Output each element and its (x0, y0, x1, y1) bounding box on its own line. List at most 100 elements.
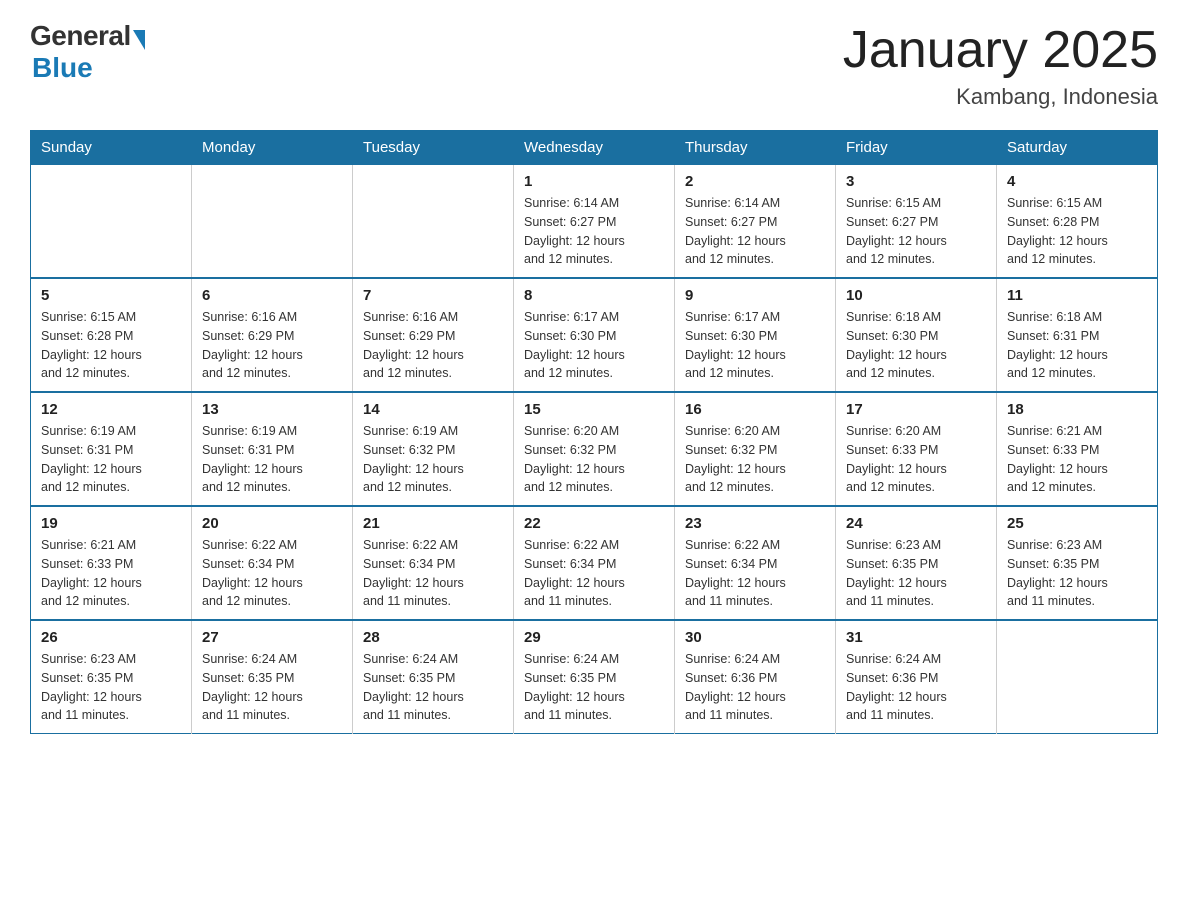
calendar-cell: 24 Sunrise: 6:23 AM Sunset: 6:35 PM Dayli… (836, 506, 997, 620)
calendar-cell (31, 165, 192, 279)
calendar-cell: 22 Sunrise: 6:22 AM Sunset: 6:34 PM Dayli… (514, 506, 675, 620)
day-number: 17 (846, 401, 986, 418)
calendar-cell: 6 Sunrise: 6:16 AM Sunset: 6:29 PM Daylig… (192, 278, 353, 392)
weekday-header-row: SundayMondayTuesdayWednesdayThursdayFrid… (31, 131, 1158, 165)
calendar-cell (353, 165, 514, 279)
calendar-cell: 18Sunrise: 6:21 AM Sunset: 6:33 PM Dayli… (997, 392, 1158, 506)
day-number: 30 (685, 629, 825, 646)
calendar-cell: 7 Sunrise: 6:16 AM Sunset: 6:29 PM Daylig… (353, 278, 514, 392)
day-number: 14 (363, 401, 503, 418)
weekday-header-thursday: Thursday (675, 131, 836, 165)
day-number: 5 (41, 287, 181, 304)
day-info: Sunrise: 6:24 AM Sunset: 6:36 PM Dayligh… (846, 650, 986, 725)
day-number: 15 (524, 401, 664, 418)
calendar-cell: 13 Sunrise: 6:19 AM Sunset: 6:31 PM Dayli… (192, 392, 353, 506)
day-number: 25 (1007, 515, 1147, 532)
day-number: 7 (363, 287, 503, 304)
day-number: 10 (846, 287, 986, 304)
day-number: 21 (363, 515, 503, 532)
day-info: Sunrise: 6:20 AM Sunset: 6:32 PM Dayligh… (685, 422, 825, 497)
day-info: Sunrise: 6:20 AM Sunset: 6:32 PM Dayligh… (524, 422, 664, 497)
calendar-cell: 25 Sunrise: 6:23 AM Sunset: 6:35 PM Dayli… (997, 506, 1158, 620)
day-info: Sunrise: 6:16 AM Sunset: 6:29 PM Dayligh… (202, 308, 342, 383)
calendar-cell (997, 620, 1158, 734)
calendar-location: Kambang, Indonesia (843, 84, 1158, 110)
calendar-cell: 10 Sunrise: 6:18 AM Sunset: 6:30 PM Dayli… (836, 278, 997, 392)
weekday-header-saturday: Saturday (997, 131, 1158, 165)
calendar-cell: 2 Sunrise: 6:14 AM Sunset: 6:27 PM Daylig… (675, 165, 836, 279)
day-info: Sunrise: 6:19 AM Sunset: 6:31 PM Dayligh… (41, 422, 181, 497)
weekday-header-wednesday: Wednesday (514, 131, 675, 165)
calendar-cell: 20Sunrise: 6:22 AM Sunset: 6:34 PM Dayli… (192, 506, 353, 620)
day-number: 27 (202, 629, 342, 646)
day-info: Sunrise: 6:23 AM Sunset: 6:35 PM Dayligh… (846, 536, 986, 611)
day-number: 1 (524, 173, 664, 190)
day-info: Sunrise: 6:19 AM Sunset: 6:31 PM Dayligh… (202, 422, 342, 497)
calendar-cell: 5Sunrise: 6:15 AM Sunset: 6:28 PM Daylig… (31, 278, 192, 392)
day-number: 23 (685, 515, 825, 532)
calendar-week-row: 19 Sunrise: 6:21 AM Sunset: 6:33 PM Dayli… (31, 506, 1158, 620)
day-info: Sunrise: 6:24 AM Sunset: 6:35 PM Dayligh… (363, 650, 503, 725)
calendar-title: January 2025 (843, 20, 1158, 80)
calendar-week-row: 12 Sunrise: 6:19 AM Sunset: 6:31 PM Dayli… (31, 392, 1158, 506)
day-info: Sunrise: 6:21 AM Sunset: 6:33 PM Dayligh… (1007, 422, 1147, 497)
calendar-cell: 27 Sunrise: 6:24 AM Sunset: 6:35 PM Dayli… (192, 620, 353, 734)
day-info: Sunrise: 6:14 AM Sunset: 6:27 PM Dayligh… (685, 194, 825, 269)
day-info: Sunrise: 6:19 AM Sunset: 6:32 PM Dayligh… (363, 422, 503, 497)
calendar-week-row: 5Sunrise: 6:15 AM Sunset: 6:28 PM Daylig… (31, 278, 1158, 392)
calendar-cell: 9 Sunrise: 6:17 AM Sunset: 6:30 PM Daylig… (675, 278, 836, 392)
day-number: 31 (846, 629, 986, 646)
day-info: Sunrise: 6:23 AM Sunset: 6:35 PM Dayligh… (1007, 536, 1147, 611)
day-number: 4 (1007, 173, 1147, 190)
calendar-cell: 12 Sunrise: 6:19 AM Sunset: 6:31 PM Dayli… (31, 392, 192, 506)
weekday-header-tuesday: Tuesday (353, 131, 514, 165)
calendar-week-row: 1 Sunrise: 6:14 AM Sunset: 6:27 PM Daylig… (31, 165, 1158, 279)
page-header: General Blue January 2025 Kambang, Indon… (30, 20, 1158, 110)
day-number: 2 (685, 173, 825, 190)
day-info: Sunrise: 6:22 AM Sunset: 6:34 PM Dayligh… (524, 536, 664, 611)
day-number: 20 (202, 515, 342, 532)
calendar-cell (192, 165, 353, 279)
calendar-cell: 3 Sunrise: 6:15 AM Sunset: 6:27 PM Daylig… (836, 165, 997, 279)
day-info: Sunrise: 6:24 AM Sunset: 6:35 PM Dayligh… (524, 650, 664, 725)
day-number: 22 (524, 515, 664, 532)
day-info: Sunrise: 6:17 AM Sunset: 6:30 PM Dayligh… (685, 308, 825, 383)
day-info: Sunrise: 6:15 AM Sunset: 6:27 PM Dayligh… (846, 194, 986, 269)
logo-blue-text: Blue (32, 52, 93, 84)
calendar-cell: 31 Sunrise: 6:24 AM Sunset: 6:36 PM Dayli… (836, 620, 997, 734)
day-info: Sunrise: 6:23 AM Sunset: 6:35 PM Dayligh… (41, 650, 181, 725)
title-section: January 2025 Kambang, Indonesia (843, 20, 1158, 110)
day-number: 19 (41, 515, 181, 532)
calendar-cell: 23 Sunrise: 6:22 AM Sunset: 6:34 PM Dayli… (675, 506, 836, 620)
day-number: 24 (846, 515, 986, 532)
calendar-body: 1 Sunrise: 6:14 AM Sunset: 6:27 PM Daylig… (31, 165, 1158, 734)
day-info: Sunrise: 6:20 AM Sunset: 6:33 PM Dayligh… (846, 422, 986, 497)
day-number: 6 (202, 287, 342, 304)
calendar-cell: 15 Sunrise: 6:20 AM Sunset: 6:32 PM Dayli… (514, 392, 675, 506)
calendar-cell: 29Sunrise: 6:24 AM Sunset: 6:35 PM Dayli… (514, 620, 675, 734)
day-info: Sunrise: 6:22 AM Sunset: 6:34 PM Dayligh… (685, 536, 825, 611)
calendar-cell: 11Sunrise: 6:18 AM Sunset: 6:31 PM Dayli… (997, 278, 1158, 392)
day-info: Sunrise: 6:16 AM Sunset: 6:29 PM Dayligh… (363, 308, 503, 383)
day-info: Sunrise: 6:18 AM Sunset: 6:31 PM Dayligh… (1007, 308, 1147, 383)
day-info: Sunrise: 6:15 AM Sunset: 6:28 PM Dayligh… (1007, 194, 1147, 269)
calendar-cell: 26 Sunrise: 6:23 AM Sunset: 6:35 PM Dayli… (31, 620, 192, 734)
day-info: Sunrise: 6:18 AM Sunset: 6:30 PM Dayligh… (846, 308, 986, 383)
day-info: Sunrise: 6:21 AM Sunset: 6:33 PM Dayligh… (41, 536, 181, 611)
day-number: 12 (41, 401, 181, 418)
day-number: 3 (846, 173, 986, 190)
calendar-cell: 14 Sunrise: 6:19 AM Sunset: 6:32 PM Dayli… (353, 392, 514, 506)
calendar-cell: 1Sunrise: 6:14 AM Sunset: 6:27 PM Daylig… (514, 165, 675, 279)
calendar-table: SundayMondayTuesdayWednesdayThursdayFrid… (30, 130, 1158, 734)
day-number: 28 (363, 629, 503, 646)
logo: General Blue (30, 20, 145, 84)
calendar-cell: 21Sunrise: 6:22 AM Sunset: 6:34 PM Dayli… (353, 506, 514, 620)
day-number: 26 (41, 629, 181, 646)
weekday-header-monday: Monday (192, 131, 353, 165)
day-number: 13 (202, 401, 342, 418)
day-info: Sunrise: 6:24 AM Sunset: 6:35 PM Dayligh… (202, 650, 342, 725)
calendar-cell: 8Sunrise: 6:17 AM Sunset: 6:30 PM Daylig… (514, 278, 675, 392)
day-number: 9 (685, 287, 825, 304)
logo-general-text: General (30, 20, 131, 52)
calendar-header: SundayMondayTuesdayWednesdayThursdayFrid… (31, 131, 1158, 165)
